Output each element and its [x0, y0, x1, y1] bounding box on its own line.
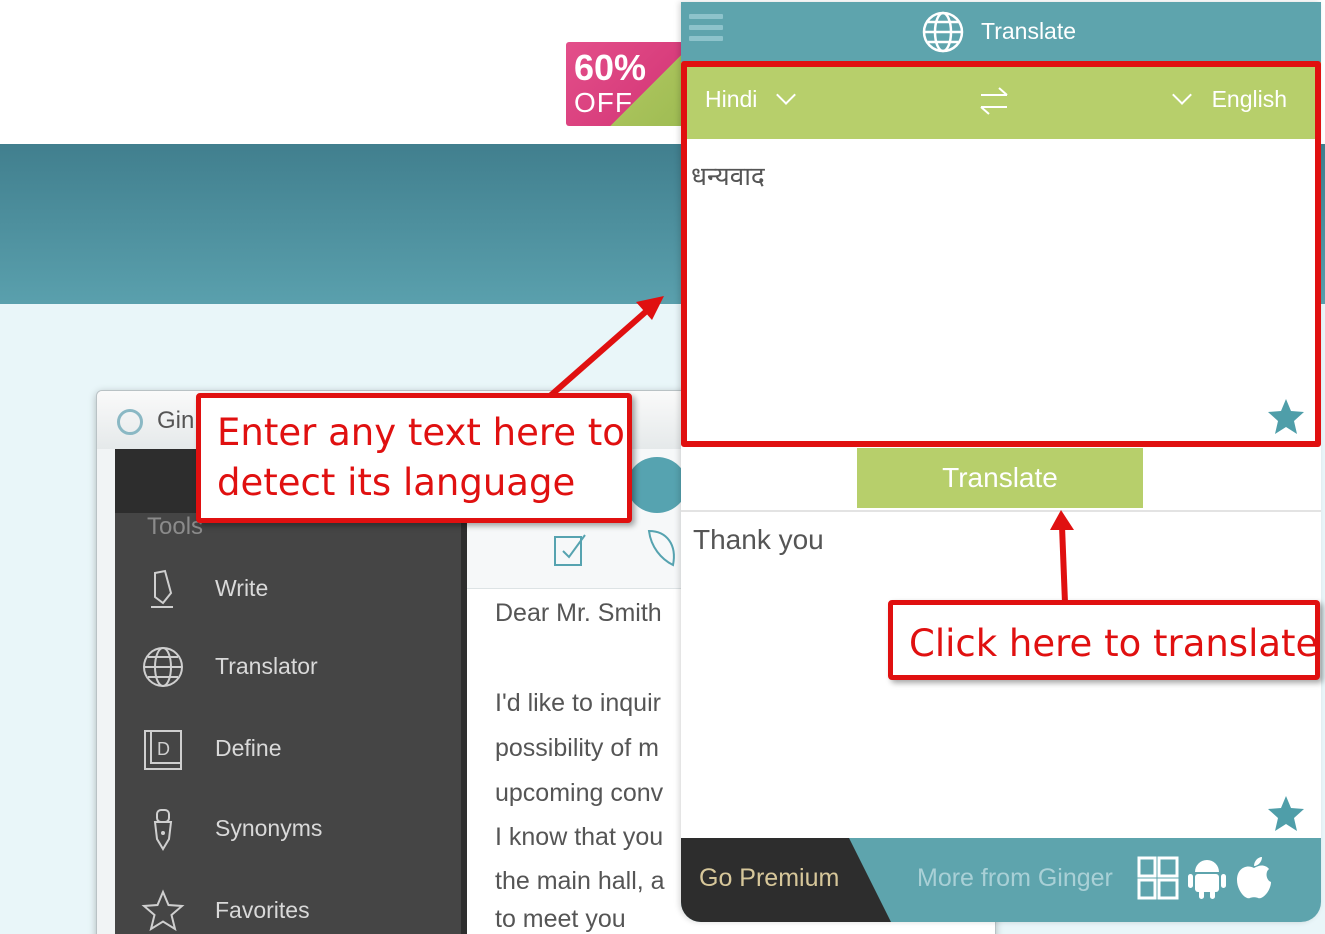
globe-icon — [922, 11, 964, 53]
windows-icon[interactable] — [1137, 856, 1179, 900]
sidebar-item-define[interactable]: D Define — [115, 719, 455, 779]
feather-icon[interactable] — [643, 525, 683, 569]
discount-off-label: OFF — [574, 87, 633, 118]
callout-click-translate: Click here to translate — [888, 600, 1320, 680]
menu-icon[interactable] — [689, 14, 725, 44]
star-icon — [141, 889, 185, 932]
doc-line: possibility of m — [495, 734, 659, 762]
apple-icon[interactable] — [1233, 856, 1275, 900]
sidebar-item-label: Write — [215, 575, 269, 601]
svg-text:D: D — [157, 739, 170, 759]
translate-button-row: Translate — [681, 444, 1321, 512]
translate-button[interactable]: Translate — [857, 448, 1143, 508]
input-highlight-box — [681, 61, 1321, 447]
discount-percent: 60% — [574, 47, 647, 88]
sidebar-item-label: Translator — [215, 653, 318, 679]
doc-line: I'd like to inquir — [495, 689, 661, 717]
favorite-star-icon[interactable] — [1266, 794, 1306, 834]
android-icon[interactable] — [1186, 856, 1228, 900]
sidebar-item-label: Favorites — [215, 897, 310, 923]
doc-line: I know that you — [495, 823, 664, 851]
callout-enter-text: Enter any text here to detect its langua… — [196, 393, 632, 523]
sidebar-item-synonyms[interactable]: Synonyms — [115, 799, 455, 859]
fountain-pen-icon — [153, 809, 173, 851]
doc-line: Dear Mr. Smith — [495, 599, 662, 627]
sidebar-item-translator[interactable]: Translator — [115, 637, 455, 697]
window-title: Gin — [157, 407, 195, 434]
screenshot-root: 60% OFF Gin Tools Write Translator D Def… — [0, 0, 1325, 934]
output-text: Thank you — [693, 524, 824, 555]
sidebar-item-write[interactable]: Write — [115, 559, 455, 619]
go-premium-button[interactable]: Go Premium — [681, 838, 891, 922]
pen-icon — [151, 569, 173, 608]
sidebar-item-favorites[interactable]: Favorites — [115, 881, 455, 934]
more-from-ginger-label: More from Ginger — [917, 864, 1113, 892]
tools-sidebar: Tools Write Translator D Define Synonyms… — [115, 513, 467, 934]
doc-line: the main hall, a — [495, 867, 665, 895]
discount-banner[interactable]: 60% OFF — [566, 42, 696, 126]
doc-line: upcoming conv — [495, 779, 664, 807]
go-premium-label: Go Premium — [699, 864, 840, 892]
callout-line: Enter any text here to — [217, 411, 625, 454]
callout-line: Click here to translate — [909, 622, 1319, 665]
dictionary-icon: D — [144, 730, 182, 770]
translate-header: Translate — [681, 2, 1321, 62]
edit-doc-icon[interactable] — [551, 529, 591, 569]
tools-section-label: Tools — [147, 513, 204, 540]
sidebar-item-label: Synonyms — [215, 815, 323, 841]
panel-footer: Go Premium More from Ginger — [681, 838, 1321, 922]
callout-line: detect its language — [217, 461, 576, 504]
sidebar-item-label: Define — [215, 735, 282, 761]
panel-title: Translate — [981, 18, 1077, 44]
globe-icon — [143, 647, 183, 687]
doc-line: to meet you — [495, 905, 626, 933]
ginger-logo-icon — [117, 409, 143, 435]
ginger-badge-icon — [627, 457, 687, 513]
